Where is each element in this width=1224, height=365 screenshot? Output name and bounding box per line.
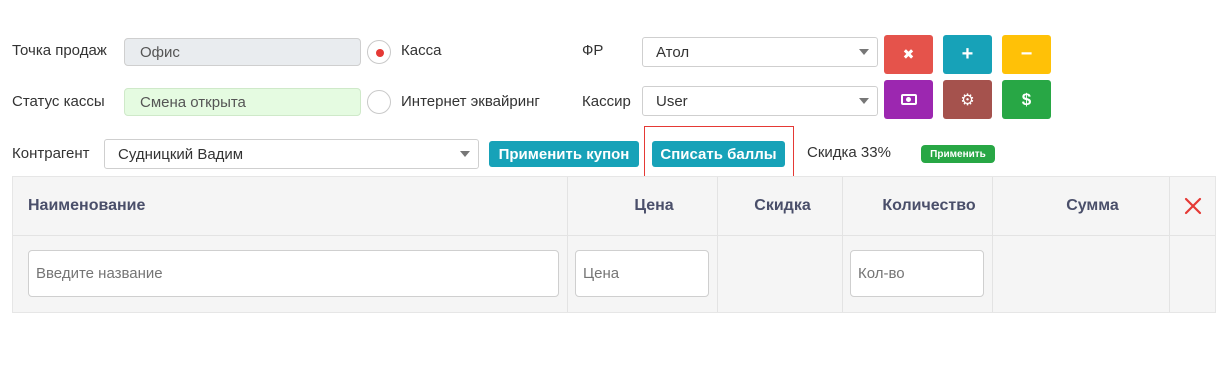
column-header-name: Наименование <box>28 197 146 214</box>
counterparty-value: Судницкий Вадим <box>118 145 244 163</box>
minus-icon: − <box>1020 43 1033 65</box>
close-icon <box>1184 197 1202 215</box>
subtract-button[interactable]: − <box>1002 35 1051 74</box>
radio-internet-acquiring-label: Интернет эквайринг <box>401 93 540 110</box>
radio-kassa[interactable] <box>367 40 391 64</box>
fiscal-registrar-value: Атол <box>656 43 690 61</box>
apply-button[interactable]: Применить <box>921 145 995 163</box>
item-name-input[interactable]: Введите название <box>28 250 559 297</box>
gear-icon: ⚙ <box>960 91 975 109</box>
column-header-sum: Сумма <box>1066 197 1119 214</box>
close-button[interactable]: ✖ <box>884 35 933 74</box>
counterparty-select[interactable]: Судницкий Вадим <box>104 139 479 169</box>
radio-selected-dot <box>376 49 384 57</box>
column-header-discount: Скидка <box>754 197 811 214</box>
discount-text: Скидка 33% <box>807 144 891 161</box>
chevron-down-icon <box>859 49 869 55</box>
register-status-field: Смена открыта <box>124 88 361 116</box>
money-bill-icon <box>900 94 917 105</box>
point-of-sale-field: Офис <box>124 38 361 66</box>
settings-button[interactable]: ⚙ <box>943 80 992 119</box>
radio-internet-acquiring[interactable] <box>367 90 391 114</box>
payment-button[interactable]: $ <box>1002 80 1051 119</box>
counterparty-label: Контрагент <box>12 145 90 162</box>
register-status-label: Статус кассы <box>12 93 105 110</box>
cashier-value: User <box>656 92 688 110</box>
table-header-divider <box>13 235 1215 236</box>
add-button[interactable]: + <box>943 35 992 74</box>
delete-row-button[interactable] <box>1169 177 1217 235</box>
highlight-box <box>644 126 794 177</box>
cash-button[interactable] <box>884 80 933 119</box>
item-quantity-input[interactable]: Кол-во <box>850 250 984 297</box>
item-price-input[interactable]: Цена <box>575 250 709 297</box>
x-icon: ✖ <box>902 46 915 62</box>
fiscal-registrar-select[interactable]: Атол <box>642 37 878 67</box>
cashier-label: Кассир <box>582 93 631 110</box>
plus-icon: + <box>961 43 974 65</box>
fiscal-registrar-label: ФР <box>582 42 604 59</box>
cashier-select[interactable]: User <box>642 86 878 116</box>
column-header-quantity: Количество <box>882 197 976 214</box>
radio-kassa-label: Касса <box>401 42 442 59</box>
apply-coupon-button[interactable]: Применить купон <box>489 141 639 167</box>
chevron-down-icon <box>859 98 869 104</box>
chevron-down-icon <box>460 151 470 157</box>
point-of-sale-label: Точка продаж <box>12 42 107 59</box>
items-table: Наименование Цена Скидка Количество Сумм… <box>12 176 1216 313</box>
dollar-icon: $ <box>1021 89 1032 109</box>
column-header-price: Цена <box>634 197 674 214</box>
